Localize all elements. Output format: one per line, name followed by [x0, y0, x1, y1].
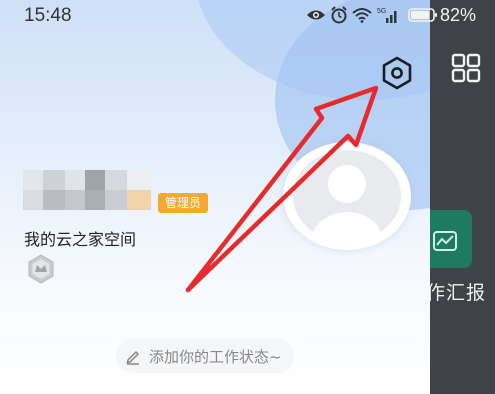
wifi-icon [352, 8, 372, 23]
status-time: 15:48 [24, 5, 72, 26]
signal-icon: 5G [377, 8, 397, 23]
pencil-icon [126, 350, 140, 365]
settings-button[interactable] [381, 56, 413, 90]
app-grid-icon [451, 53, 481, 83]
space-name[interactable]: 我的云之家空间 [24, 226, 136, 250]
user-name-blurred [23, 170, 151, 210]
battery-percent: 82% [440, 5, 477, 25]
work-report-tile [430, 210, 472, 268]
level-badge-icon[interactable] [25, 253, 57, 285]
chart-icon [433, 231, 457, 251]
user-avatar[interactable] [283, 142, 411, 250]
work-status-label: 添加你的工作状态~ [149, 347, 282, 366]
settings-icon [382, 56, 412, 90]
alarm-icon [331, 6, 347, 24]
profile-drawer: 管理员 我的云之家空间 添加你的工作状态~ [0, 0, 430, 394]
status-icons: 5G [306, 6, 438, 24]
svg-text:5G: 5G [377, 8, 386, 15]
eye-icon [307, 10, 325, 20]
battery-icon [408, 8, 437, 22]
background-app-overlay[interactable]: 作汇报 [430, 0, 495, 394]
work-report-label: 作汇报 [430, 282, 487, 304]
status-bar: 15:48 5G 82% [0, 0, 495, 32]
default-avatar-icon [311, 165, 383, 242]
admin-badge: 管理员 [158, 193, 209, 213]
work-status-button[interactable]: 添加你的工作状态~ [116, 339, 294, 373]
